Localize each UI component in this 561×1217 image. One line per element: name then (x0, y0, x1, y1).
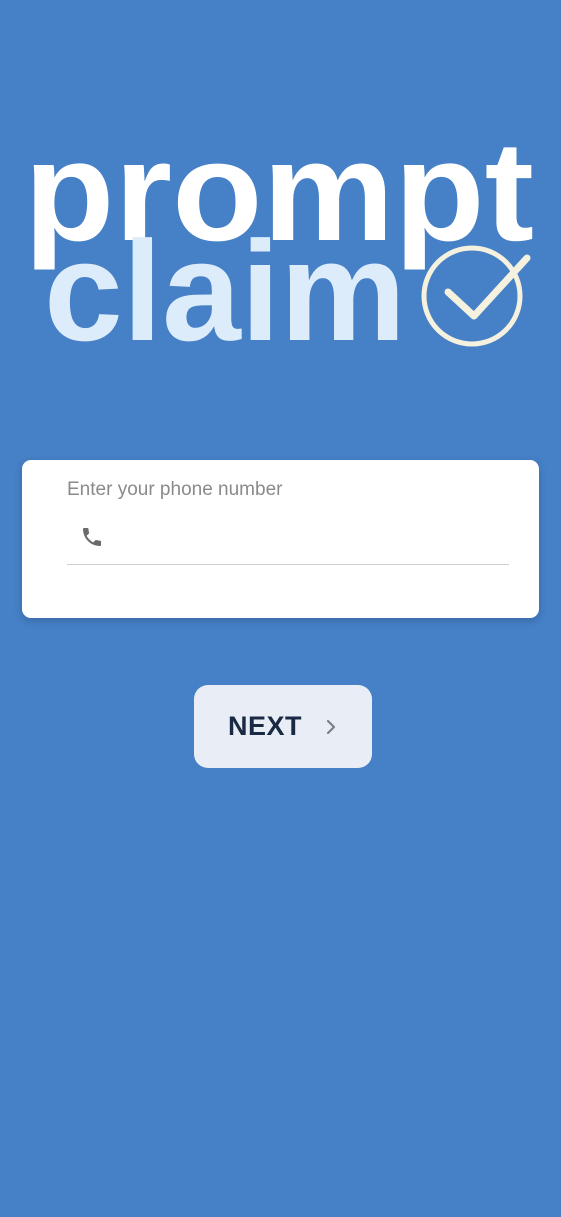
prompt-claim-logo: prompt claim (22, 128, 542, 358)
phone-field[interactable] (67, 516, 509, 565)
login-screen: prompt claim Enter your phone number NEX… (0, 0, 561, 1217)
logo-graphic: prompt claim (24, 128, 534, 358)
phone-form-card: Enter your phone number (22, 460, 539, 618)
logo-line2: claim (44, 212, 406, 358)
phone-field-label: Enter your phone number (67, 479, 283, 500)
chevron-right-icon (326, 719, 336, 734)
next-button-label: NEXT (227, 711, 302, 741)
next-button[interactable]: NEXT (194, 685, 372, 768)
phone-input[interactable] (123, 520, 503, 558)
phone-icon (83, 528, 101, 546)
